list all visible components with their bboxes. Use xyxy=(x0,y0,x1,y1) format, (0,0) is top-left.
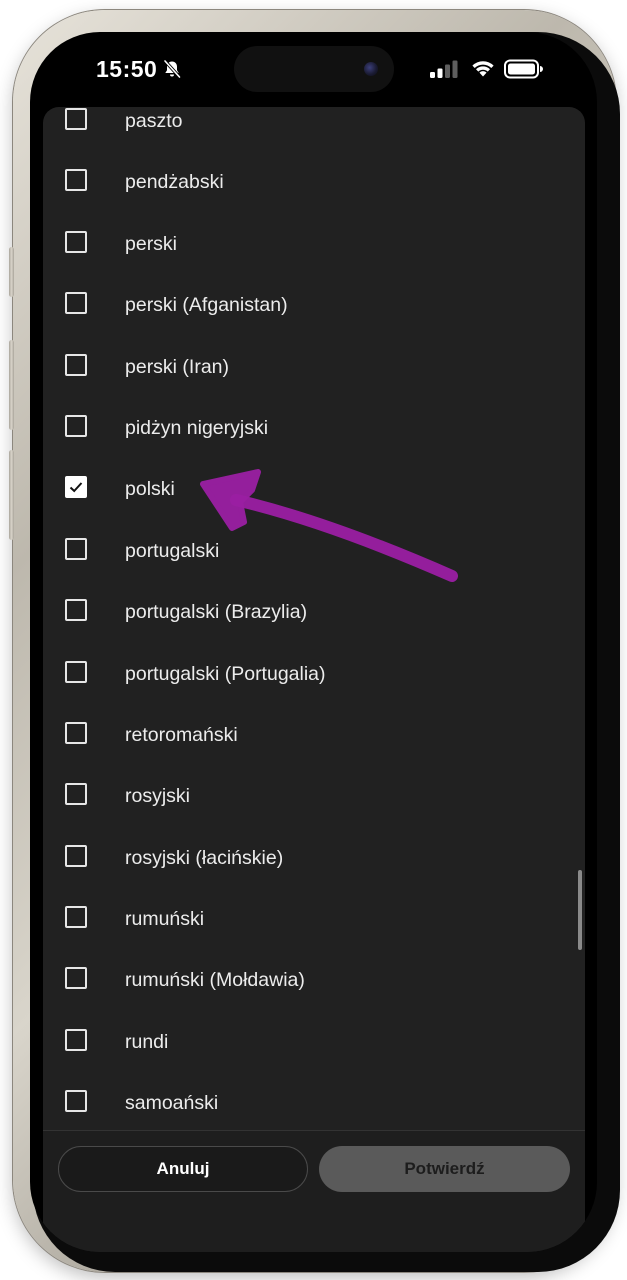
action-button xyxy=(9,247,14,297)
bell-slash-icon xyxy=(163,59,182,79)
language-list[interactable]: paszto pendżabski perski perski (Afganistan… xyxy=(43,107,585,1130)
checkbox[interactable] xyxy=(65,721,87,744)
language-row[interactable]: pidżyn nigeryjski xyxy=(43,397,585,458)
checkbox[interactable] xyxy=(65,230,87,253)
checkbox-checked[interactable] xyxy=(65,476,87,499)
checkbox[interactable] xyxy=(65,906,87,929)
front-camera xyxy=(364,62,378,76)
battery-icon xyxy=(504,59,543,79)
language-picker-sheet: paszto pendżabski perski perski (Afganistan… xyxy=(43,107,585,1252)
checkbox[interactable] xyxy=(65,353,87,376)
scrollbar[interactable] xyxy=(578,870,582,950)
cellular-signal-icon xyxy=(430,60,458,78)
checkbox[interactable] xyxy=(65,169,87,192)
language-row[interactable]: perski (Afganistan) xyxy=(43,274,585,335)
language-row[interactable]: paszto xyxy=(43,107,585,151)
language-label: paszto xyxy=(125,110,183,132)
wifi-icon xyxy=(472,61,494,77)
checkbox[interactable] xyxy=(65,1028,87,1051)
language-row[interactable]: rumuński xyxy=(43,888,585,949)
language-row[interactable]: retoromański xyxy=(43,704,585,765)
language-label: rosyjski (łacińskie) xyxy=(125,846,284,869)
volume-up-button xyxy=(9,340,14,430)
phone-screen: 15:50 paszto pendżabski perski perski (Afga… xyxy=(30,32,597,1252)
language-label: perski xyxy=(125,232,178,255)
language-label: rumuński xyxy=(125,908,205,931)
language-row[interactable]: portugalski xyxy=(43,520,585,581)
language-row[interactable]: perski (Iran) xyxy=(43,336,585,397)
confirm-button[interactable]: Potwierdź xyxy=(319,1146,570,1192)
checkbox[interactable] xyxy=(65,660,87,683)
language-label: rumuński (Mołdawia) xyxy=(125,969,305,992)
checkmark-icon xyxy=(69,482,83,493)
checkbox[interactable] xyxy=(65,1090,87,1113)
checkbox[interactable] xyxy=(65,967,87,990)
checkbox[interactable] xyxy=(65,783,87,806)
language-label: pidżyn nigeryjski xyxy=(125,416,269,439)
checkbox[interactable] xyxy=(65,414,87,437)
language-row[interactable]: rosyjski xyxy=(43,765,585,826)
volume-down-button xyxy=(9,450,14,540)
status-time: 15:50 xyxy=(96,56,158,82)
language-row[interactable]: rumuński (Mołdawia) xyxy=(43,949,585,1010)
language-label: portugalski (Portugalia) xyxy=(125,662,326,685)
language-row[interactable]: samoański xyxy=(43,1072,585,1130)
checkbox[interactable] xyxy=(65,844,87,867)
language-label: perski (Afganistan) xyxy=(125,294,288,317)
language-row[interactable]: portugalski (Brazylia) xyxy=(43,581,585,642)
language-label: portugalski (Brazylia) xyxy=(125,601,308,624)
action-bar: Anuluj Potwierdź xyxy=(43,1130,585,1252)
language-label: retoromański xyxy=(125,723,238,746)
language-label: pendżabski xyxy=(125,171,224,194)
language-row[interactable]: portugalski (Portugalia) xyxy=(43,643,585,704)
cancel-button[interactable]: Anuluj xyxy=(58,1146,308,1192)
language-label: rundi xyxy=(125,1030,169,1053)
checkbox[interactable] xyxy=(65,537,87,560)
checkbox[interactable] xyxy=(65,292,87,315)
language-row[interactable]: rosyjski (łacińskie) xyxy=(43,827,585,888)
language-row[interactable]: perski xyxy=(43,213,585,274)
language-row[interactable]: rundi xyxy=(43,1011,585,1072)
language-label: polski xyxy=(125,478,175,501)
language-label: portugalski xyxy=(125,539,220,562)
language-row[interactable]: polski xyxy=(43,458,585,519)
checkbox[interactable] xyxy=(65,599,87,622)
language-label: samoański xyxy=(125,1092,219,1115)
language-label: perski (Iran) xyxy=(125,355,230,378)
language-label: rosyjski xyxy=(125,785,191,808)
checkbox[interactable] xyxy=(65,108,87,130)
dynamic-island xyxy=(234,46,394,92)
language-row[interactable]: pendżabski xyxy=(43,151,585,212)
